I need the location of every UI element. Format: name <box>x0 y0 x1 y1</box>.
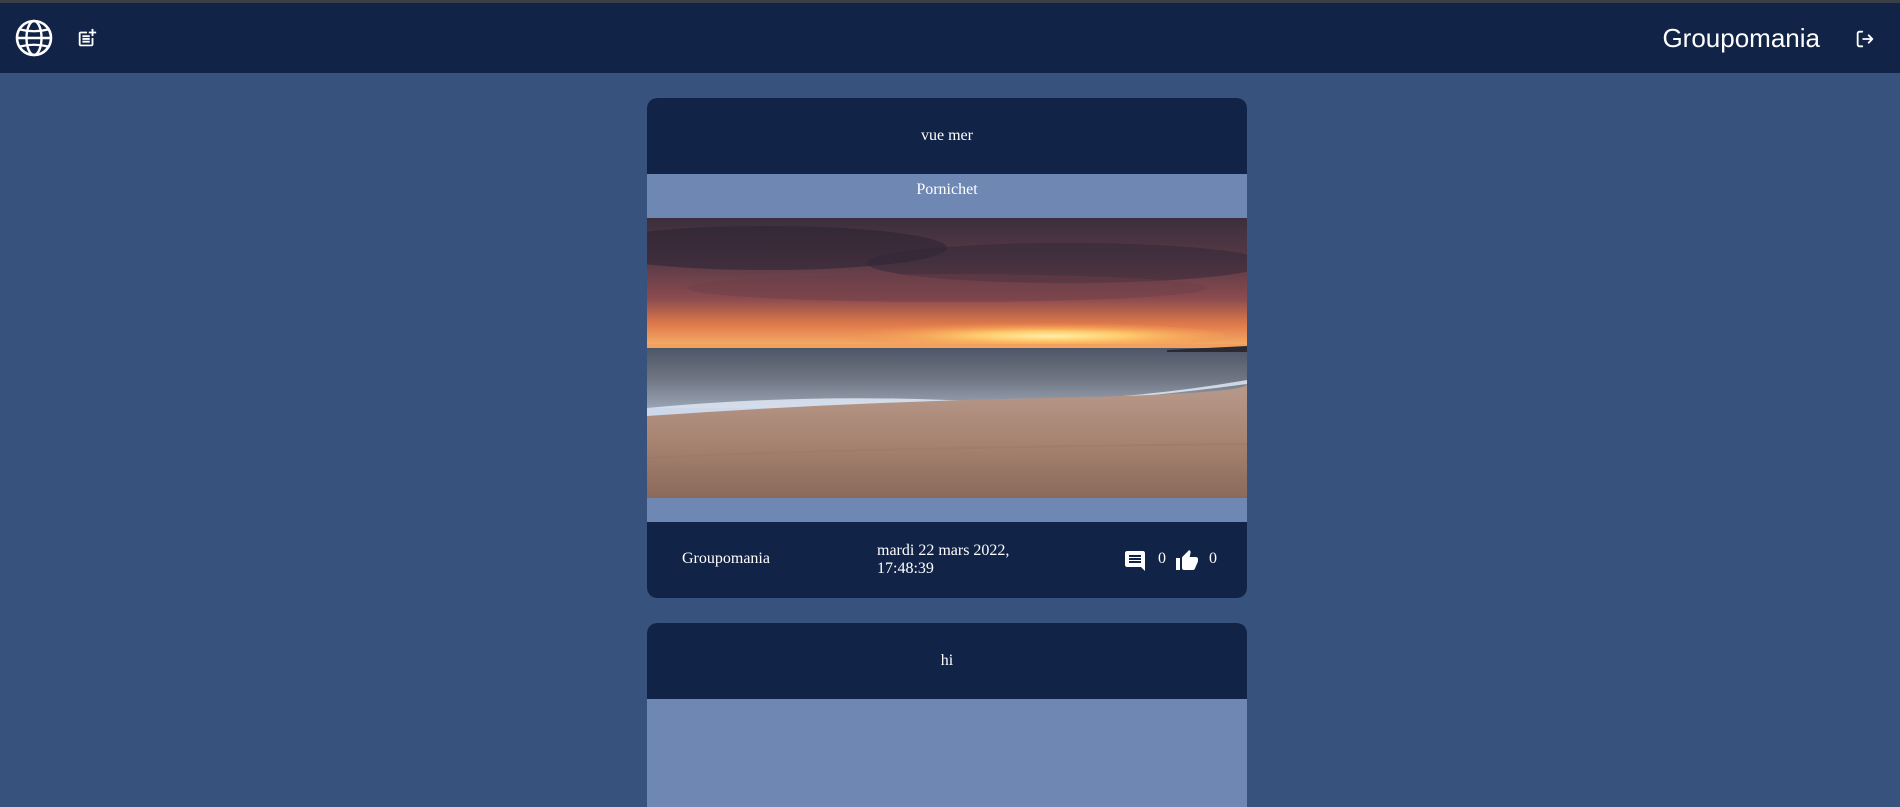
post-image <box>647 218 1247 498</box>
globe-icon[interactable] <box>13 17 55 59</box>
like-count: 0 <box>1209 550 1217 567</box>
post-title: vue mer <box>921 127 973 144</box>
brand-title: Groupomania <box>1662 23 1820 53</box>
thumb-up-icon[interactable] <box>1175 549 1199 573</box>
post-description: Pornichet <box>647 174 1247 218</box>
post-header: hi <box>647 623 1247 699</box>
post-image-spacer <box>647 498 1247 522</box>
navbar: Groupomania <box>0 3 1900 73</box>
post-body <box>647 699 1247 743</box>
post-date: mardi 22 mars 2022, 17:48:39 <box>877 542 1010 577</box>
post-card: hi <box>647 623 1247 807</box>
post-footer: Groupomania mardi 22 mars 2022, 17:48:39… <box>647 522 1247 598</box>
comment-icon[interactable] <box>1123 549 1147 573</box>
post-add-icon[interactable] <box>76 27 98 49</box>
comment-count: 0 <box>1158 550 1166 567</box>
post-card: vue mer Pornichet Groupomania mardi 22 m… <box>647 98 1247 598</box>
post-header: vue mer <box>647 98 1247 174</box>
post-author: Groupomania <box>682 550 770 567</box>
logout-icon[interactable] <box>1854 28 1876 50</box>
post-title: hi <box>940 652 954 669</box>
